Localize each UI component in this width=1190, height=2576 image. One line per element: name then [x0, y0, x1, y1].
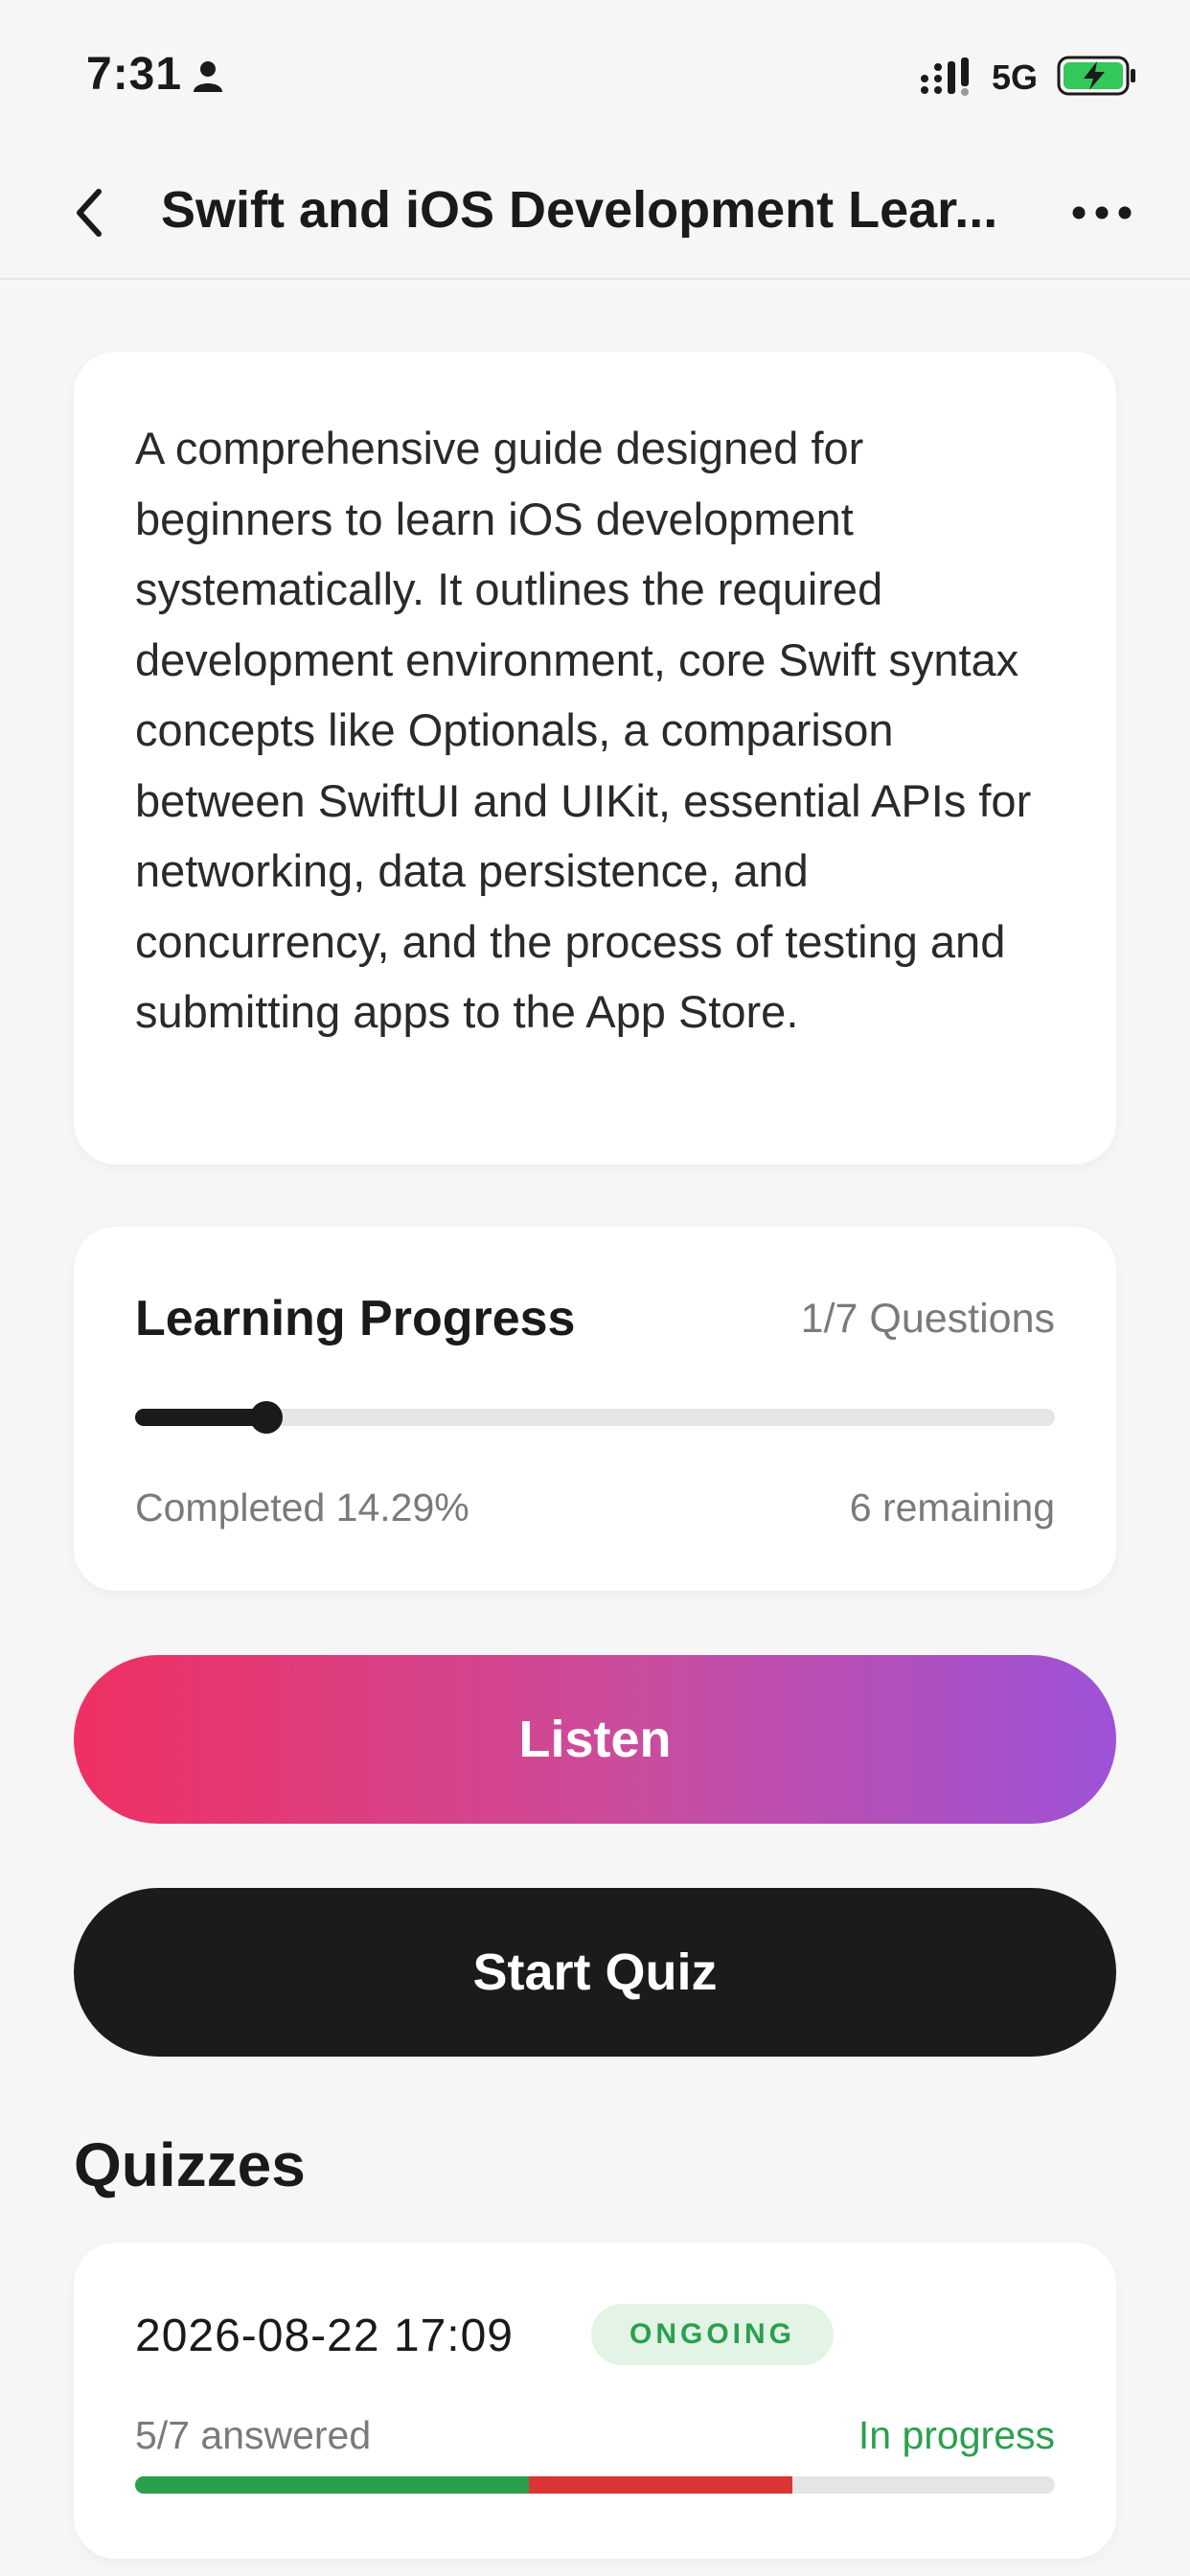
chevron-left-icon	[77, 189, 102, 237]
nav-bar: Swift and iOS Development Lear...	[0, 144, 1190, 280]
description-text: A comprehensive guide designed for begin…	[135, 423, 1032, 1037]
quiz-progress-wrong	[529, 2476, 792, 2494]
more-button[interactable]	[1064, 190, 1140, 236]
description-card: A comprehensive guide designed for begin…	[74, 352, 1116, 1164]
status-badge: ONGOING	[591, 2304, 835, 2365]
more-icon	[1072, 206, 1132, 219]
start-quiz-button[interactable]: Start Quiz	[74, 1888, 1116, 2057]
progress-count: 1/7 Questions	[800, 1296, 1055, 1342]
quiz-progress-correct	[135, 2476, 530, 2494]
start-quiz-button-label: Start Quiz	[472, 1944, 718, 2001]
listen-button[interactable]: Listen	[74, 1655, 1116, 1824]
page-title: Swift and iOS Development Lear...	[161, 181, 998, 239]
progress-completed: Completed 14.29%	[135, 1485, 469, 1530]
status-bar: 7:31 5G	[0, 0, 1190, 144]
quiz-date: 2026-08-22 17:09	[135, 2311, 514, 2361]
progress-bar	[135, 1401, 1055, 1434]
quiz-progress-bar	[135, 2476, 1055, 2494]
quiz-card[interactable]: 2026-08-22 17:09 ONGOING 5/7 answered In…	[74, 2242, 1116, 2559]
progress-thumb	[250, 1401, 284, 1434]
listen-button-label: Listen	[518, 1711, 672, 1768]
person-icon	[194, 61, 222, 92]
back-button[interactable]	[56, 182, 123, 243]
quiz-answered-count: 5/7 answered	[135, 2413, 372, 2457]
signal-icon	[921, 58, 969, 96]
progress-card: Learning Progress 1/7 Questions Complete…	[74, 1227, 1116, 1591]
battery-icon	[1057, 56, 1135, 96]
network-label: 5G	[992, 58, 1039, 97]
progress-remaining: 6 remaining	[849, 1485, 1055, 1530]
status-time: 7:31	[86, 49, 183, 100]
quizzes-heading: Quizzes	[74, 2130, 306, 2199]
quiz-status: In progress	[858, 2413, 1055, 2457]
progress-title: Learning Progress	[135, 1291, 576, 1346]
progress-fill	[135, 1409, 267, 1426]
